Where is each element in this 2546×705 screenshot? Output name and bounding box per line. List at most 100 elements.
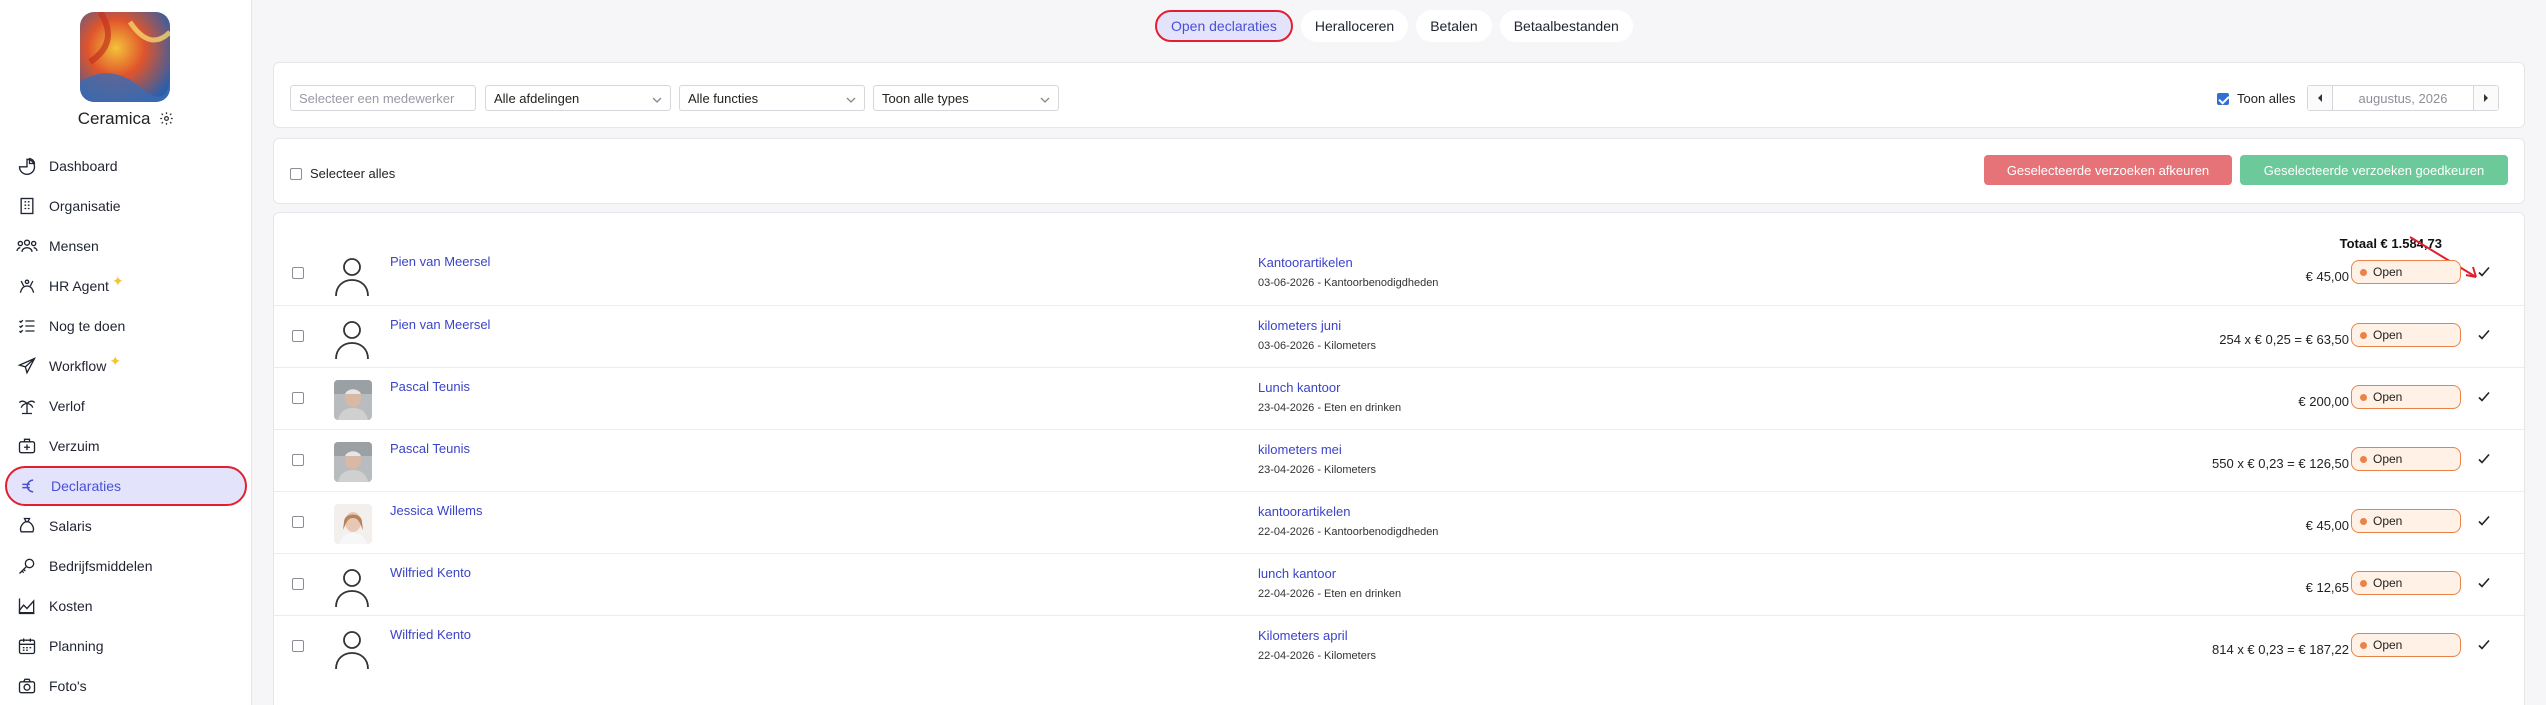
approve-check-icon[interactable] <box>2477 576 2491 590</box>
sidebar-item-hr-agent[interactable]: HR Agent ✦ <box>0 266 252 306</box>
user-placeholder-icon <box>332 255 372 297</box>
function-select[interactable]: Alle functies <box>679 85 865 111</box>
agent-icon <box>15 274 39 298</box>
employee-name[interactable]: Wilfried Kento <box>390 565 471 580</box>
calendar-icon <box>15 634 39 658</box>
avatar <box>334 504 372 544</box>
sidebar-item-workflow[interactable]: Workflow ✦ <box>0 346 252 386</box>
approve-check-icon[interactable] <box>2477 452 2491 466</box>
filter-panel: Selecteer een medewerker Alle afdelingen… <box>273 62 2525 128</box>
sidebar-item-fotos[interactable]: Foto's <box>0 666 252 705</box>
sidebar-item-declaraties[interactable]: Declaraties <box>5 466 247 506</box>
function-select-value: Alle functies <box>688 90 759 106</box>
row-checkbox[interactable] <box>292 330 304 342</box>
company-name: Ceramica <box>77 109 151 128</box>
declaration-amount: € 12,65 <box>2305 580 2349 595</box>
status-badge: Open <box>2351 385 2461 409</box>
sparkle-icon: ✦ <box>109 352 122 369</box>
row-checkbox[interactable] <box>292 640 304 652</box>
employee-name[interactable]: Pien van Meersel <box>390 317 490 332</box>
approve-check-icon[interactable] <box>2477 638 2491 652</box>
sidebar-item-label: Planning <box>49 638 104 654</box>
building-icon <box>15 194 39 218</box>
status-badge: Open <box>2351 633 2461 657</box>
declaration-row: Pien van Meersel kilometers juni 03-06-2… <box>274 305 2524 367</box>
user-placeholder-icon <box>332 628 372 670</box>
user-placeholder-icon <box>332 318 372 360</box>
row-checkbox[interactable] <box>292 578 304 590</box>
declaration-title[interactable]: Kilometers april <box>1258 628 1348 643</box>
row-checkbox[interactable] <box>292 392 304 404</box>
approve-check-icon[interactable] <box>2477 390 2491 404</box>
row-checkbox[interactable] <box>292 267 304 279</box>
sidebar-item-label: Dashboard <box>49 158 118 174</box>
tab-heralloceren[interactable]: Heralloceren <box>1300 10 1409 42</box>
type-select-value: Toon alle types <box>882 90 969 106</box>
type-select[interactable]: Toon alle types <box>873 85 1059 111</box>
approve-check-icon[interactable] <box>2477 514 2491 528</box>
sidebar-item-planning[interactable]: Planning <box>0 626 252 666</box>
sidebar-item-nog-te-doen[interactable]: Nog te doen <box>0 306 252 346</box>
row-checkbox[interactable] <box>292 516 304 528</box>
employee-name[interactable]: Pien van Meersel <box>390 254 490 269</box>
tab-betalen[interactable]: Betalen <box>1416 10 1492 42</box>
sidebar-item-bedrijfsmiddelen[interactable]: Bedrijfsmiddelen <box>0 546 252 586</box>
money-bag-icon <box>15 514 39 538</box>
company-logo[interactable] <box>80 12 170 102</box>
sidebar-item-label: Verlof <box>49 398 85 414</box>
reject-selected-button[interactable]: Geselecteerde verzoeken afkeuren <box>1984 155 2232 185</box>
bulk-actions-panel: Selecteer alles Geselecteerde verzoeken … <box>273 138 2525 204</box>
employee-name[interactable]: Jessica Willems <box>390 503 482 518</box>
employee-name[interactable]: Pascal Teunis <box>390 441 470 456</box>
status-dot-icon <box>2360 517 2367 525</box>
gear-icon[interactable] <box>159 111 174 131</box>
employee-select[interactable]: Selecteer een medewerker <box>290 85 476 111</box>
sidebar-item-kosten[interactable]: Kosten <box>0 586 252 626</box>
declaration-title[interactable]: kilometers mei <box>1258 442 1342 457</box>
select-all-label: Selecteer alles <box>310 166 396 181</box>
department-select-value: Alle afdelingen <box>494 90 580 106</box>
tab-open-declaraties[interactable]: Open declaraties <box>1155 10 1293 42</box>
caret-left-icon <box>2316 89 2324 107</box>
tab-betaalbestanden[interactable]: Betaalbestanden <box>1499 10 1633 42</box>
approve-selected-button[interactable]: Geselecteerde verzoeken goedkeuren <box>2240 155 2508 185</box>
employee-name[interactable]: Pascal Teunis <box>390 379 470 394</box>
declaration-row: Pascal Teunis kilometers mei 23-04-2026 … <box>274 429 2524 491</box>
declaration-title[interactable]: Lunch kantoor <box>1258 380 1340 395</box>
show-all-toggle[interactable]: Toon alles <box>2217 91 2296 106</box>
company-name-wrap[interactable]: Ceramica <box>0 109 252 131</box>
declaration-date-category: 22-04-2026 - Kantoorbenodigdheden <box>1258 526 1439 538</box>
prev-month-button[interactable] <box>2308 86 2332 110</box>
chart-area-icon <box>15 594 39 618</box>
user-placeholder-icon <box>332 566 372 608</box>
sidebar-item-label: Salaris <box>49 518 92 534</box>
declaration-date-category: 03-06-2026 - Kilometers <box>1258 340 1377 352</box>
sidebar-item-dashboard[interactable]: Dashboard <box>0 146 252 186</box>
employee-name[interactable]: Wilfried Kento <box>390 627 471 642</box>
sidebar-item-verzuim[interactable]: Verzuim <box>0 426 252 466</box>
department-select[interactable]: Alle afdelingen <box>485 85 671 111</box>
sidebar-item-salaris[interactable]: Salaris <box>0 506 252 546</box>
approve-check-icon[interactable] <box>2477 265 2491 279</box>
declaration-title[interactable]: lunch kantoor <box>1258 566 1336 581</box>
sidebar-item-verlof[interactable]: Verlof <box>0 386 252 426</box>
sidebar-item-label: Bedrijfsmiddelen <box>49 558 153 574</box>
next-month-button[interactable] <box>2474 86 2498 110</box>
approve-check-icon[interactable] <box>2477 328 2491 342</box>
declaration-amount: € 45,00 <box>2305 518 2349 533</box>
sidebar: Ceramica Dashboard Organisatie Mensen HR… <box>0 0 252 705</box>
declaration-title[interactable]: kantoorartikelen <box>1258 504 1351 519</box>
show-all-checkbox[interactable] <box>2217 92 2229 105</box>
sparkle-icon: ✦ <box>111 272 124 289</box>
select-all-toggle[interactable]: Selecteer alles <box>290 166 395 181</box>
select-all-checkbox[interactable] <box>290 167 302 180</box>
chevron-down-icon <box>846 93 856 103</box>
declaration-amount: 814 x € 0,23 = € 187,22 <box>2212 642 2349 657</box>
status-dot-icon <box>2360 393 2367 401</box>
declaration-title[interactable]: kilometers juni <box>1258 318 1341 333</box>
declaration-title[interactable]: Kantoorartikelen <box>1258 255 1353 270</box>
euro-icon <box>17 474 41 498</box>
sidebar-item-mensen[interactable]: Mensen <box>0 226 252 266</box>
row-checkbox[interactable] <box>292 454 304 466</box>
sidebar-item-organisatie[interactable]: Organisatie <box>0 186 252 226</box>
